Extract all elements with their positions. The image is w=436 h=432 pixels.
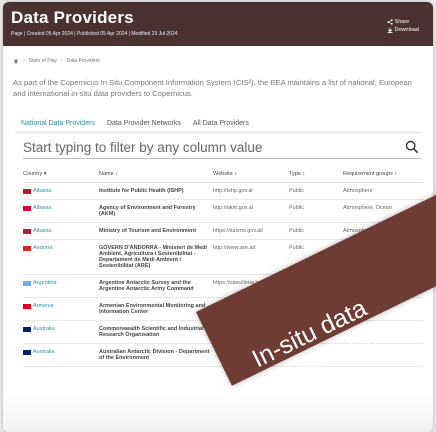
country-link[interactable]: Albania <box>33 188 51 194</box>
cell-name: Australian Antarctic Division - Departme… <box>99 349 210 361</box>
cell-country: Andorra <box>23 245 99 269</box>
column-header-name[interactable]: Name ↕ <box>99 171 213 177</box>
cell-website[interactable]: http://www.are.ad <box>213 245 289 269</box>
cell-requirement-groups: Atmosphere <box>343 188 373 194</box>
table-header: Country ▾ Name ↕ Website ↕ Type ↕ Requir… <box>23 166 423 183</box>
country-link[interactable]: Albania <box>33 228 51 234</box>
home-icon[interactable] <box>13 58 19 64</box>
cell-name: Argentine Antarctic Survey and the Argen… <box>99 280 194 292</box>
country-link[interactable]: Australia <box>33 326 54 332</box>
flag-icon <box>23 188 31 194</box>
cell-country: Albania <box>23 205 99 217</box>
breadcrumb-separator: › <box>61 58 63 64</box>
search-icon[interactable] <box>405 140 419 154</box>
country-link[interactable]: Armenia <box>33 303 53 309</box>
table-row[interactable]: Albania Agency of Environment and Forestr… <box>23 200 423 223</box>
cell-name: Agency of Environment and Forestry (AKM) <box>99 205 196 217</box>
flag-icon <box>23 349 31 355</box>
flag-icon <box>23 326 31 332</box>
cell-name: Institute for Public Health (ISHP) <box>99 188 184 194</box>
flag-icon <box>23 205 31 211</box>
bottom-fade <box>3 392 433 432</box>
flag-icon <box>23 280 31 286</box>
cell-country: Armenia <box>23 303 99 315</box>
filter-box <box>23 138 421 159</box>
flag-icon <box>23 245 31 251</box>
cell-name: Commonwealth Scientific and Industrial R… <box>99 326 204 338</box>
column-header-website[interactable]: Website ↕ <box>213 171 289 177</box>
cell-country: Albania <box>23 188 99 194</box>
column-header-type[interactable]: Type ↕ <box>289 171 343 177</box>
cell-country: Australia <box>23 349 99 361</box>
share-button[interactable]: Share <box>386 18 419 26</box>
cell-type: Public <box>289 188 304 194</box>
column-header-country[interactable]: Country ▾ <box>23 171 99 177</box>
country-link[interactable]: Australia <box>33 349 54 355</box>
cell-name: GOVERN D'ANDORRA - Ministeri de Medi Amb… <box>99 245 208 269</box>
page-header: Data Providers Page | Created 05 Apr 202… <box>3 2 433 46</box>
breadcrumb-item-data-providers: Data Providers <box>66 58 100 64</box>
cell-type: Public <box>289 205 304 211</box>
column-header-requirement-groups[interactable]: Requirement groups ↕ <box>343 171 423 177</box>
cell-website[interactable]: http://akm.gov.al <box>213 205 289 217</box>
header-actions: Share Download <box>386 18 419 34</box>
share-label: Share <box>394 19 410 25</box>
country-link[interactable]: Argentina <box>33 280 57 286</box>
cell-country: Australia <box>23 326 99 338</box>
cell-website[interactable]: https://turizmi.gov.al/ <box>213 228 289 234</box>
table-row[interactable]: Albania Institute for Public Health (ISHP… <box>23 183 423 200</box>
cell-type: Public <box>289 228 304 234</box>
page-meta: Page | Created 05 Apr 2024 | Published 0… <box>11 31 178 37</box>
cell-country: Argentina <box>23 280 99 292</box>
flag-icon <box>23 303 31 309</box>
breadcrumb: › State of Play › Data Providers <box>13 58 100 64</box>
country-link[interactable]: Albania <box>33 205 51 211</box>
tab-divider <box>15 132 421 133</box>
share-icon <box>386 19 393 25</box>
cell-country: Albania <box>23 228 99 234</box>
cell-name: Ministry of Tourism and Environment <box>99 228 197 234</box>
country-link[interactable]: Andorra <box>33 245 53 251</box>
cell-website[interactable]: http://ishp.gov.al <box>213 188 289 194</box>
flag-icon <box>23 228 31 234</box>
intro-text: As part of the Copernicus In Situ Compon… <box>13 78 412 98</box>
breadcrumb-separator: › <box>23 58 25 64</box>
page-title: Data Providers <box>11 8 134 27</box>
download-button[interactable]: Download <box>387 26 419 34</box>
download-label: Download <box>394 27 419 33</box>
breadcrumb-item-state-of-play[interactable]: State of Play <box>29 58 57 64</box>
filter-input[interactable] <box>23 138 393 156</box>
download-icon <box>387 27 392 33</box>
